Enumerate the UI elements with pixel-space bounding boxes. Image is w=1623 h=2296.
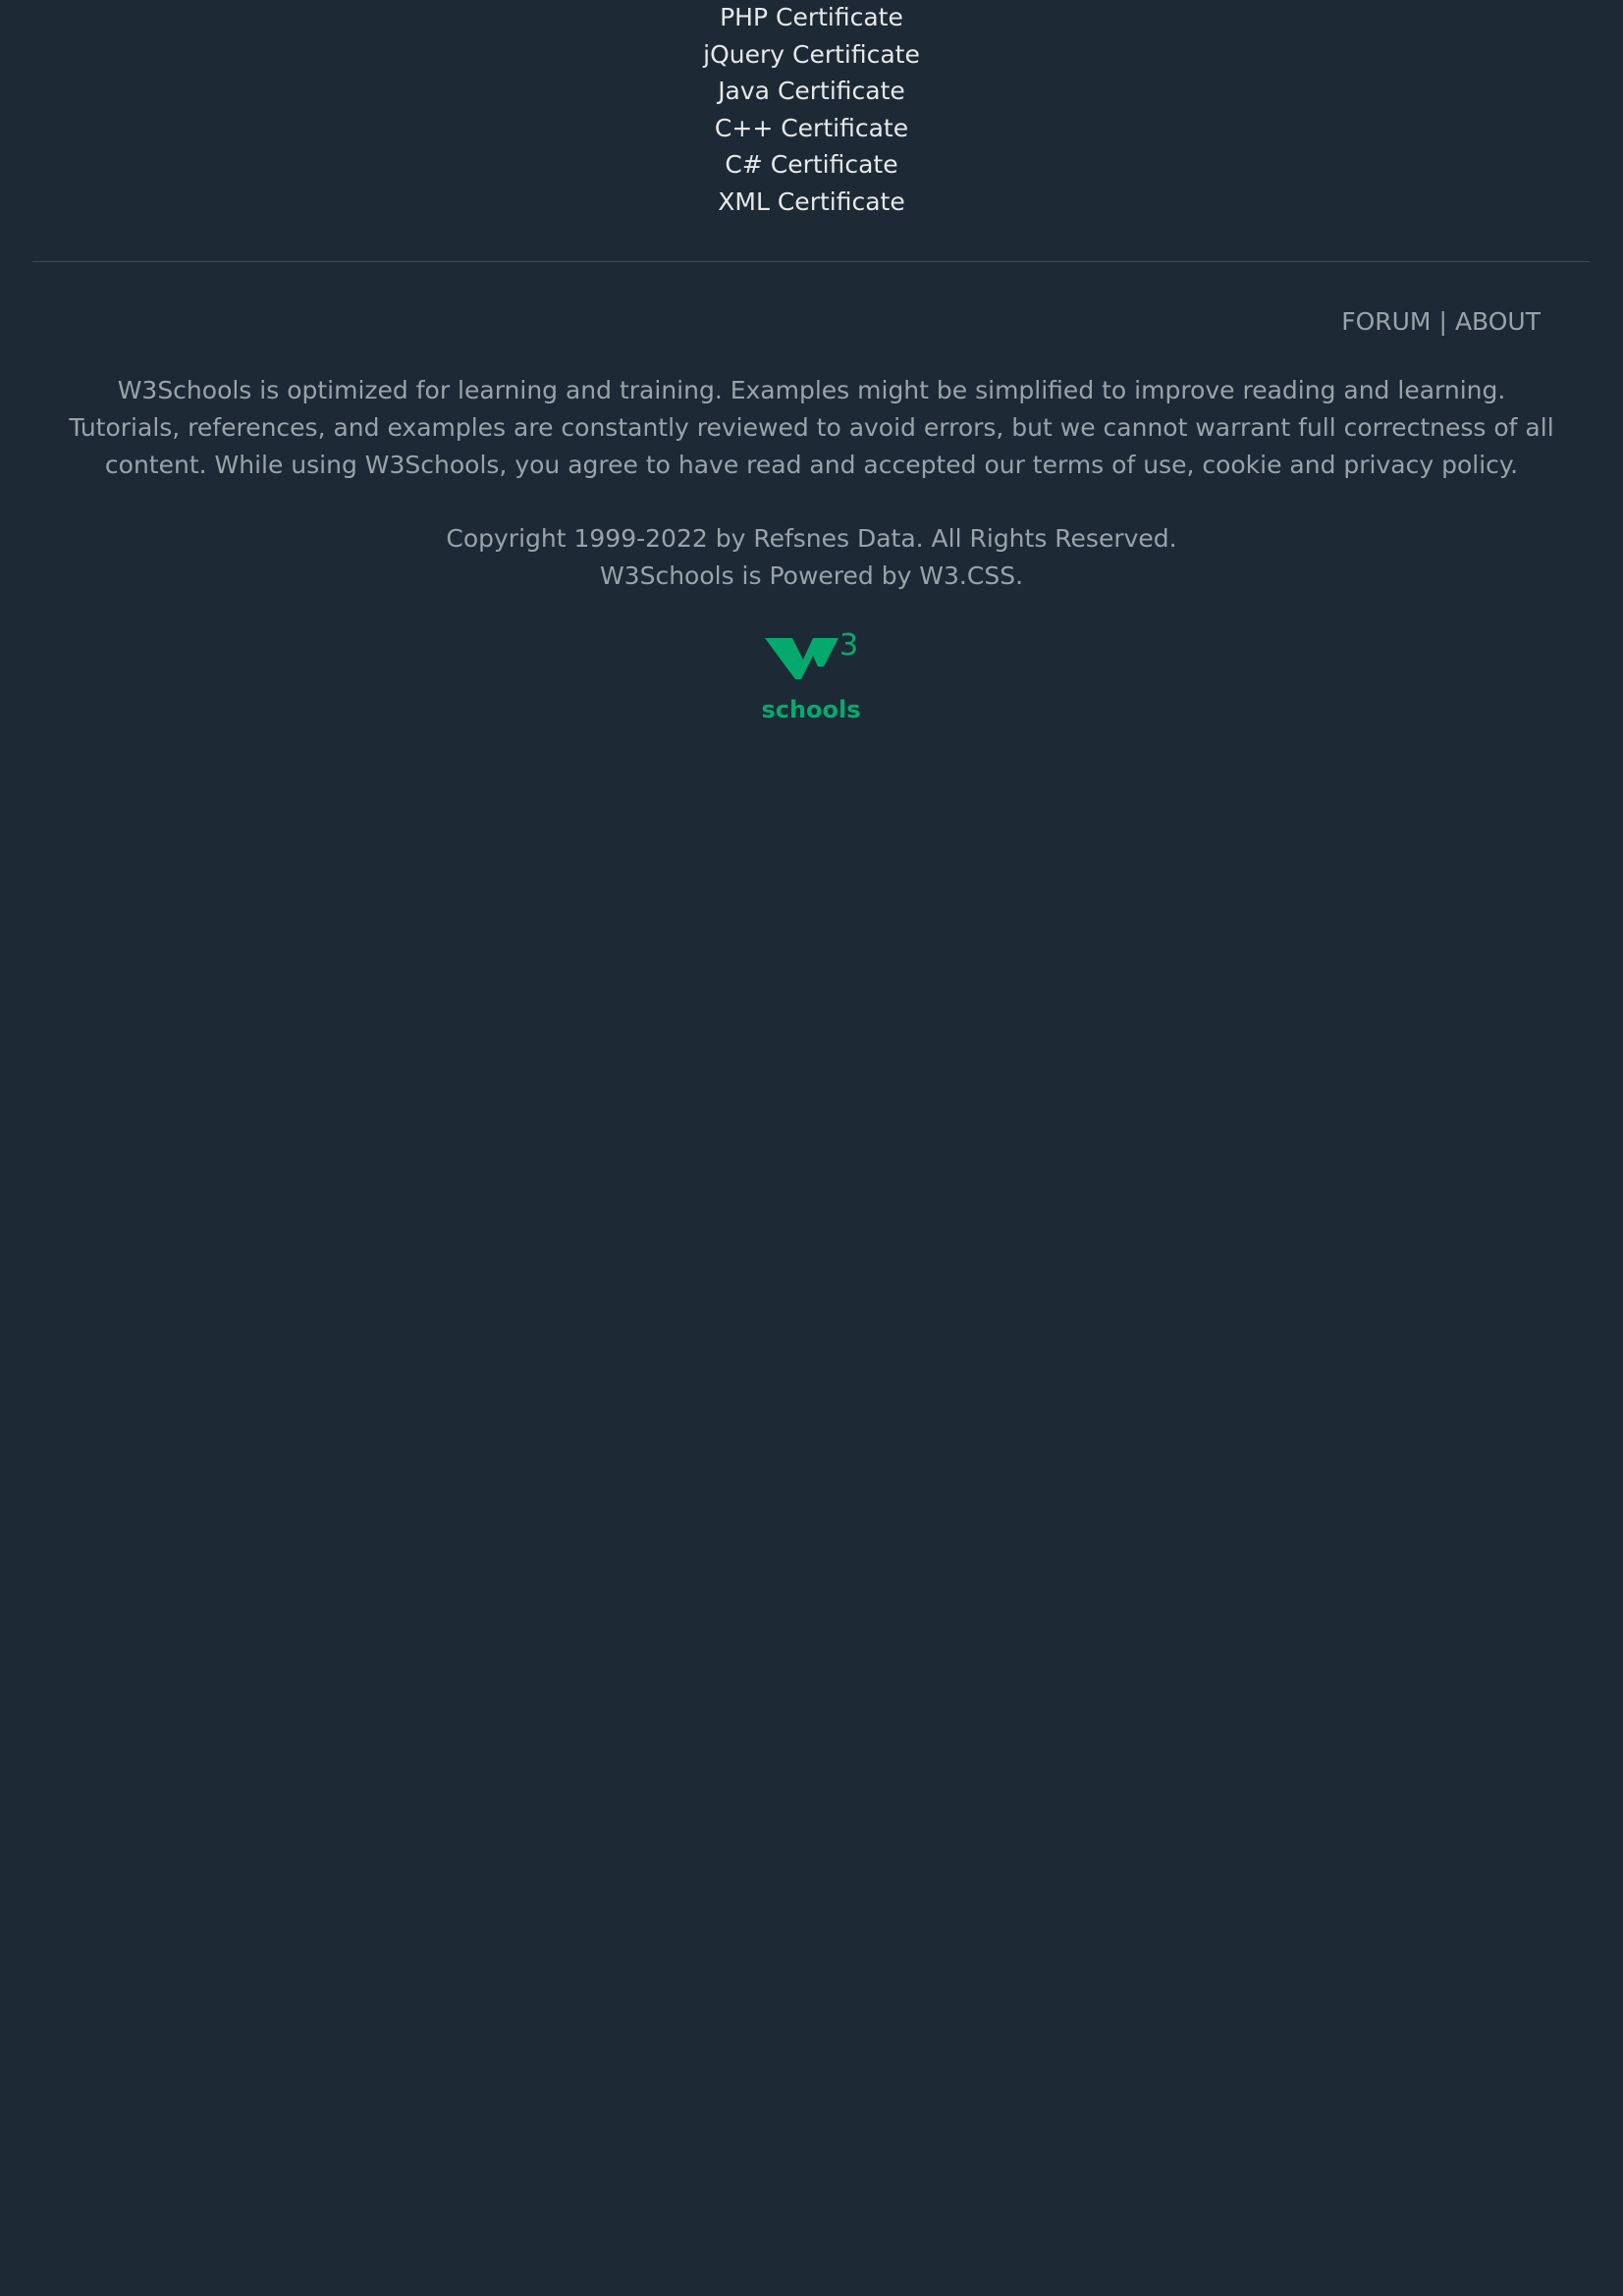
certificate-item: C# Certificate — [0, 147, 1623, 185]
certificate-link-jquery[interactable]: jQuery Certificate — [703, 40, 920, 69]
disclaimer-text: W3Schools is optimized for learning and … — [69, 376, 1554, 479]
certificate-links: PHP Certificate jQuery Certificate Java … — [0, 0, 1623, 221]
link-separator: | — [1438, 307, 1447, 336]
certificate-link-java[interactable]: Java Certificate — [718, 77, 905, 105]
logo-w-mark — [765, 638, 839, 679]
w3schools-logo-icon[interactable]: 3 schools — [762, 629, 860, 723]
logo-wordmark: schools — [762, 696, 860, 723]
certificate-link-xml[interactable]: XML Certificate — [718, 187, 904, 216]
footer-top-links: FORUM | ABOUT — [1341, 304, 1541, 340]
forum-link[interactable]: FORUM — [1341, 307, 1431, 336]
certificate-item: C++ Certificate — [0, 111, 1623, 148]
certificate-item: PHP Certificate — [0, 0, 1623, 37]
copyright-line: Copyright 1999-2022 by Refsnes Data. All… — [446, 524, 1177, 553]
certificate-item: XML Certificate — [0, 185, 1623, 222]
powered-by-line: W3Schools is Powered by W3.CSS. — [599, 561, 1024, 590]
about-link[interactable]: ABOUT — [1455, 307, 1541, 336]
certificate-item: Java Certificate — [0, 74, 1623, 111]
certificate-link-php[interactable]: PHP Certificate — [720, 3, 903, 31]
certificate-link-csharp[interactable]: C# Certificate — [725, 150, 897, 179]
logo-superscript: 3 — [839, 629, 858, 663]
certificate-link-cpp[interactable]: C++ Certificate — [715, 114, 908, 142]
certificate-item: jQuery Certificate — [0, 37, 1623, 75]
footer-divider — [32, 261, 1590, 262]
copyright-block: Copyright 1999-2022 by Refsnes Data. All… — [0, 520, 1623, 595]
